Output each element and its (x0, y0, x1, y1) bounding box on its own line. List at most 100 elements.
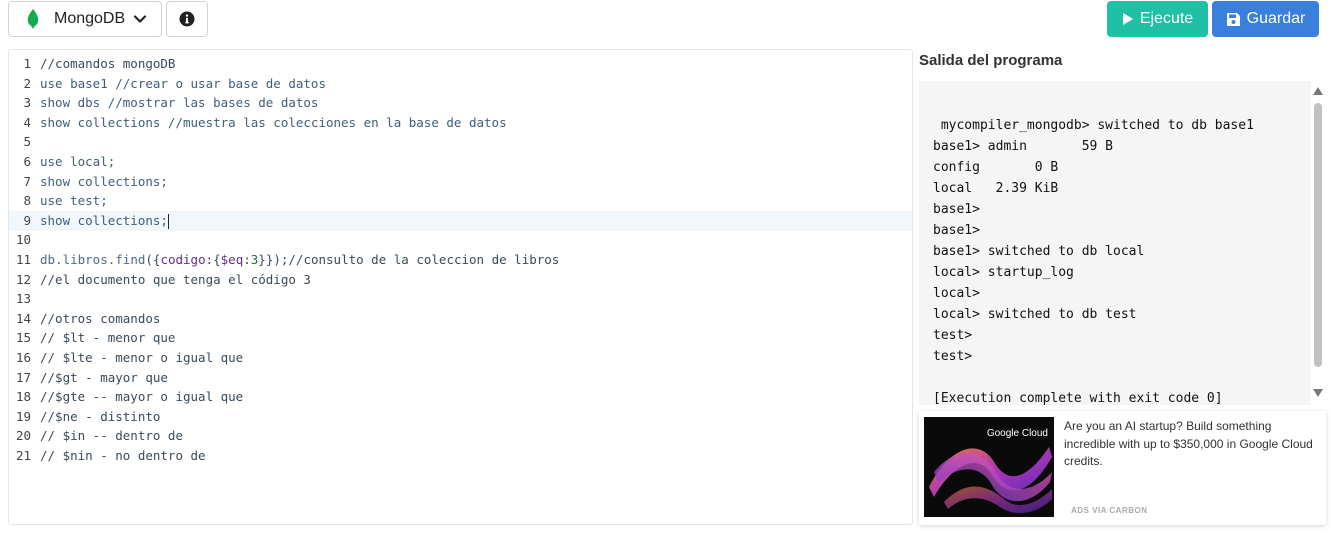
line-number: 21 (15, 448, 31, 463)
ad-text[interactable]: Are you an AI startup? Build something i… (1064, 418, 1319, 471)
code-token: //otros comandos (40, 310, 161, 326)
output-line: local> switched to db test (933, 307, 1137, 322)
language-label: MongoDB (54, 10, 126, 27)
code-token: libros (62, 252, 108, 267)
ads-via-carbon[interactable]: ADS VIA CARBON (1071, 506, 1147, 515)
output-line: local> startup_log (933, 265, 1074, 280)
code-token: find (115, 252, 146, 267)
carbon-ad[interactable]: Google Cloud Are you an AI startup? Buil… (919, 411, 1326, 525)
code-line[interactable]: 2 use base1 //crear o usar base de datos (9, 74, 912, 94)
code-token: codigo (160, 252, 206, 267)
code-line[interactable]: 16 // $lte - menor o igual que (9, 348, 912, 368)
code-token: //comandos mongoDB (40, 56, 176, 71)
ad-image[interactable]: Google Cloud (924, 417, 1054, 517)
code-token: use local; (40, 154, 116, 169)
code-text: use base1 //crear o usar base de datos (40, 74, 326, 94)
line-number: 20 (15, 428, 31, 444)
play-icon (1122, 13, 1133, 25)
output-line: [Execution complete with exit code 0] (933, 391, 1223, 405)
code-token: : (243, 252, 251, 267)
code-text: // $lte - menor o igual que (40, 348, 243, 368)
scroll-down-arrow-icon[interactable] (1313, 389, 1323, 397)
run-button[interactable]: Ejecute (1107, 1, 1208, 37)
line-number: 9 (23, 212, 31, 228)
output-line: base1> switched to db local (933, 244, 1145, 259)
code-text: //$gte -- mayor o igual que (40, 387, 243, 407)
code-text: // $nin - no dentro de (40, 446, 206, 466)
code-token: // $lt - menor que (40, 330, 176, 346)
line-number: 2 (23, 75, 31, 91)
code-text: // $in -- dentro de (40, 426, 183, 446)
code-text: db.libros.find({codigo:{$eq:3}});//consu… (40, 250, 559, 270)
info-button[interactable] (166, 1, 208, 37)
floppy-disk-icon (1226, 12, 1240, 26)
output-line: test> (933, 328, 973, 343)
code-text: //el documento que tenga el código 3 (40, 270, 311, 290)
code-line[interactable]: 3 show dbs //mostrar las bases de datos (9, 93, 912, 113)
line-number: 19 (15, 408, 31, 424)
code-text: //otros comandos (40, 309, 160, 329)
line-number: 8 (23, 193, 31, 209)
code-line[interactable]: 15 // $lt - menor que (9, 328, 912, 348)
line-number: 6 (23, 154, 31, 169)
output-line: base1> (933, 223, 980, 238)
output-scrollbar[interactable] (1311, 81, 1325, 405)
scroll-up-arrow-icon[interactable] (1313, 87, 1323, 95)
code-line[interactable]: 14 //otros comandos (9, 309, 912, 329)
code-line[interactable]: 13 (9, 289, 912, 309)
code-line[interactable]: 19 //$ne - distinto (9, 407, 912, 427)
output-line: config 0 B (933, 160, 1059, 175)
line-number: 18 (15, 389, 31, 405)
code-line[interactable]: 12 //el documento que tenga el código 3 (9, 270, 912, 290)
line-number: 4 (23, 114, 31, 130)
code-text: show collections //muestra las coleccion… (40, 113, 507, 133)
code-editor[interactable]: 1 //comandos mongoDB 2 use base1 //crear o … (8, 49, 913, 525)
info-icon (179, 11, 195, 27)
output-line: mycompiler_mongodb> switched to db base1 (933, 118, 1254, 133)
text-cursor (167, 213, 169, 229)
code-token: ({ (145, 252, 161, 267)
line-number: 7 (23, 173, 31, 189)
line-number: 3 (23, 95, 31, 111)
line-number: 10 (15, 232, 31, 248)
line-number: 5 (23, 134, 31, 150)
code-line[interactable]: 6 use local; (9, 152, 912, 172)
code-text: //$ne - distinto (40, 407, 160, 427)
code-token: // $lte - menor o igual que (40, 350, 244, 365)
code-line[interactable]: 8 use test; (9, 191, 912, 211)
line-number: 11 (15, 252, 31, 267)
code-line[interactable]: 20 // $in -- dentro de (9, 426, 912, 446)
code-line[interactable]: 17 //$gt - mayor que (9, 368, 912, 388)
code-token: show collections //muestra las coleccion… (40, 114, 507, 130)
code-text: show collections; (40, 172, 168, 192)
code-line[interactable]: 4 show collections //muestra las coleccio… (9, 113, 912, 133)
code-line[interactable]: 10 (9, 230, 912, 250)
language-selector[interactable]: MongoDB (8, 1, 162, 37)
code-line[interactable]: 18 //$gte -- mayor o igual que (9, 387, 912, 407)
code-token: show dbs //mostrar las bases de datos (40, 95, 319, 111)
code-token: }});//consulto de la coleccion de libros (258, 252, 560, 267)
line-number: 13 (15, 291, 31, 307)
code-line[interactable]: 1 //comandos mongoDB (9, 54, 912, 74)
code-text: //comandos mongoDB (40, 54, 175, 74)
code-line[interactable]: 21 // $nin - no dentro de (9, 446, 912, 466)
save-button[interactable]: Guardar (1212, 1, 1319, 37)
code-token: //$gt - mayor que (40, 369, 168, 385)
code-line[interactable]: 7 show collections; (9, 172, 912, 192)
code-text: use local; (40, 152, 115, 172)
output-title: Salida del programa (919, 52, 1063, 69)
code-text: // $lt - menor que (40, 328, 175, 348)
toolbar: MongoDB Ejecute Guardar (0, 0, 1331, 44)
output-line: local 2.39 KiB (933, 181, 1059, 196)
code-line[interactable]: 5 (9, 132, 912, 152)
run-button-label: Ejecute (1139, 10, 1194, 27)
code-token: // $in -- dentro de (40, 428, 183, 444)
code-token: // $nin - no dentro de (40, 448, 206, 463)
code-line[interactable]: 9 show collections; (9, 210, 912, 231)
code-line[interactable]: 11 db.libros.find({codigo:{$eq:3}});//con… (9, 250, 912, 270)
line-number: 17 (15, 369, 31, 385)
scrollbar-thumb[interactable] (1314, 103, 1322, 367)
code-token: //el documento que tenga el código 3 (40, 271, 311, 287)
chevron-down-icon (134, 15, 147, 23)
output-console: mycompiler_mongodb> switched to db base1… (919, 81, 1311, 405)
